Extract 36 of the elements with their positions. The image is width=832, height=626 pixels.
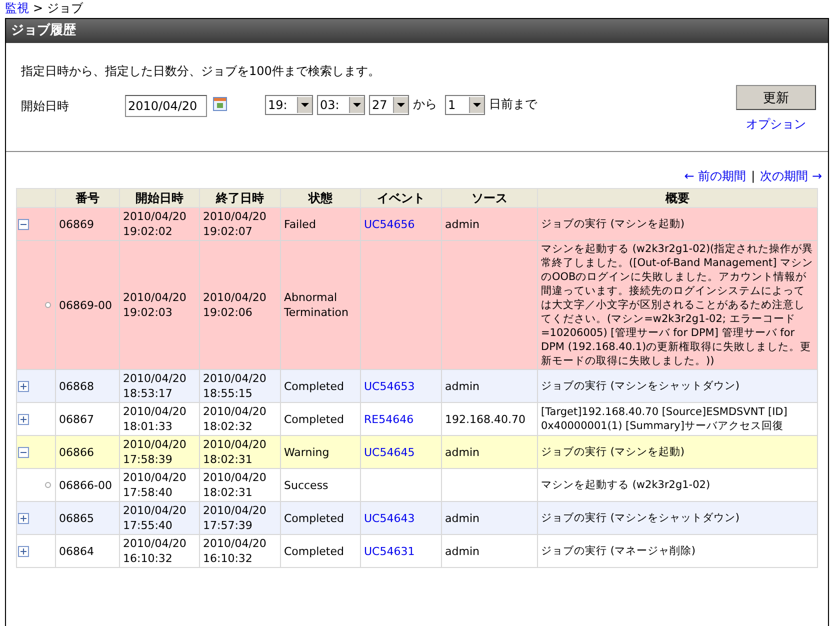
- breadcrumb-link[interactable]: 監視: [5, 0, 29, 16]
- pagination-separator: |: [751, 168, 756, 184]
- source-cell: admin: [445, 544, 480, 558]
- column-header: 状態: [280, 188, 360, 208]
- description-text: 指定日時から、指定した日数分、ジョブを100件まで検索します。: [21, 63, 381, 80]
- summary-cell: ジョブの実行 (マネージャ削除): [538, 534, 818, 568]
- column-header: イベント: [360, 188, 442, 208]
- start-time-cell: 2010/04/20 16:10:32: [120, 534, 200, 568]
- next-period-link[interactable]: 次の期間 →: [760, 168, 822, 184]
- start-date-label: 開始日時: [21, 98, 70, 115]
- hour-select[interactable]: 19:: [265, 95, 313, 115]
- date-field[interactable]: 2010/04/20: [125, 95, 207, 117]
- source-cell: admin: [445, 218, 480, 230]
- days-select[interactable]: 1: [445, 95, 485, 115]
- breadcrumb-separator: >: [33, 0, 44, 16]
- column-header: 開始日時: [120, 188, 200, 208]
- source-cell: 192.168.40.70: [445, 412, 526, 426]
- source-cell: admin: [445, 446, 480, 458]
- options-link[interactable]: オプション: [746, 116, 806, 133]
- source-cell: admin: [445, 380, 480, 392]
- second-select[interactable]: 27: [369, 95, 409, 115]
- minute-select[interactable]: 03:: [317, 95, 365, 115]
- update-button[interactable]: 更新: [736, 85, 816, 110]
- column-header: 概要: [538, 188, 818, 208]
- source-cell: admin: [445, 512, 480, 524]
- column-header: 終了日時: [200, 188, 280, 208]
- panel-title: ジョブ履歴: [6, 19, 828, 43]
- end-time-cell: 2010/04/20 16:10:32: [200, 534, 280, 568]
- previous-period-link[interactable]: ← 前の期間: [684, 168, 746, 184]
- from-text: から: [413, 96, 437, 113]
- until-text: 日前まで: [489, 96, 537, 113]
- column-header: 番号: [56, 188, 120, 208]
- breadcrumb-current: ジョブ: [47, 0, 84, 16]
- column-header: ソース: [442, 188, 538, 208]
- number-cell: 06864: [56, 534, 120, 568]
- status-cell: Completed: [280, 534, 360, 568]
